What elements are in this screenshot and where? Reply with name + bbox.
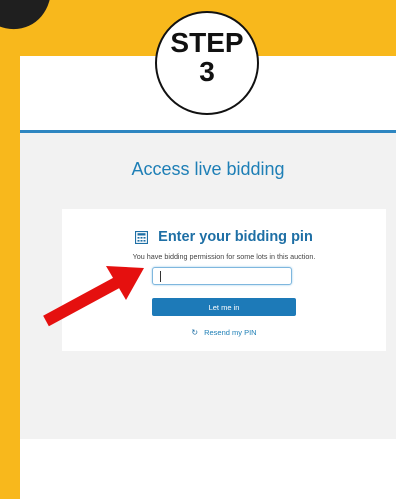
card-subtext: You have bidding permission for some lot…	[132, 252, 316, 261]
refresh-icon: ↻	[191, 328, 199, 337]
resend-pin-label: Resend my PIN	[204, 328, 257, 337]
card-heading-text: Enter your bidding pin	[158, 229, 313, 245]
let-me-in-button[interactable]: Let me in	[152, 298, 296, 316]
pin-input[interactable]	[152, 267, 292, 285]
panel-footer	[20, 439, 396, 499]
red-arrow-icon	[43, 266, 144, 327]
page-title: Access live bidding	[131, 159, 285, 179]
decorative-blob	[0, 0, 66, 43]
step-badge: STEP 3	[155, 11, 259, 115]
text-cursor	[160, 271, 161, 282]
calculator-icon	[135, 230, 149, 248]
step-word: STEP	[170, 27, 244, 58]
card-heading: Enter your bidding pin	[62, 229, 386, 248]
step-number: 3	[199, 56, 215, 87]
